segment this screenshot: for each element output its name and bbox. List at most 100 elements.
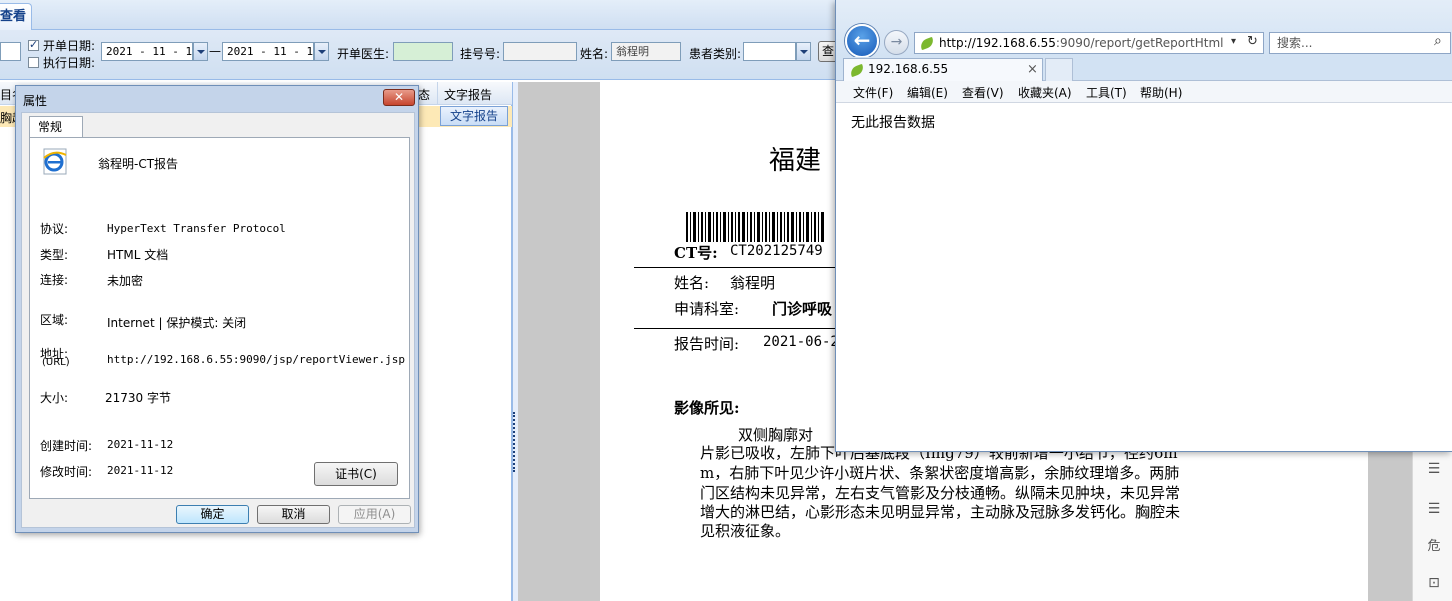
findings-line: 门区结构未见异常，左右支气管影及分枝通畅。纵隔未见肿块，未见异常 xyxy=(700,484,1181,502)
menu-tools[interactable]: 工具(T) xyxy=(1086,84,1127,101)
patient-type-label: 患者类别: xyxy=(689,47,742,61)
tab-view-label: 查看 xyxy=(0,9,27,24)
url-host: http://192.168.6.55 xyxy=(939,36,1056,50)
search-icon[interactable]: ⌕ xyxy=(1434,33,1442,49)
connection-label: 连接: xyxy=(40,273,69,287)
col-divider xyxy=(437,82,438,105)
list-icon[interactable]: ☰ xyxy=(1425,460,1443,478)
list-icon[interactable]: ☰ xyxy=(1425,500,1443,518)
tab-close-icon[interactable]: × xyxy=(1027,59,1038,80)
patient-name-label: 姓名: xyxy=(674,274,710,292)
tab-leaf-icon xyxy=(848,63,866,78)
findings-line: 增大的淋巴结，心影形态未见明显异常，主动脉及冠脉多发钙化。胸腔未 xyxy=(700,503,1181,521)
date-to-dropdown[interactable] xyxy=(314,42,329,61)
modified-label: 修改时间: xyxy=(40,465,93,479)
date-from-dropdown[interactable] xyxy=(193,42,208,61)
ie-document-icon xyxy=(40,146,70,176)
patient-type-dropdown[interactable] xyxy=(796,42,811,61)
danger-button[interactable]: 危 xyxy=(1425,538,1443,556)
ct-number-value: CT202125749 xyxy=(730,243,823,259)
zone-value: Internet | 保护模式: 关闭 xyxy=(107,316,247,330)
splitter-grip[interactable] xyxy=(513,412,517,472)
certificate-button[interactable]: 证书(C) xyxy=(314,462,398,486)
type-value: HTML 文档 xyxy=(107,248,169,262)
browser-window: ← → http://192.168.6.55:9090/report/getR… xyxy=(835,0,1452,452)
browser-tab[interactable]: 192.168.6.55 × xyxy=(843,58,1043,81)
created-label: 创建时间: xyxy=(40,439,93,453)
report-viewer-margin xyxy=(518,82,600,601)
created-value: 2021-11-12 xyxy=(107,438,174,451)
findings-label: 影像所见: xyxy=(674,399,740,417)
date-from-input[interactable]: 2021 - 11 - 12 xyxy=(101,42,193,61)
url-rest: :9090/report/getReportHtml xyxy=(1055,36,1224,50)
address-bar[interactable]: http://192.168.6.55:9090/report/getRepor… xyxy=(914,32,1264,54)
menu-favorites[interactable]: 收藏夹(A) xyxy=(1018,84,1072,101)
modified-value: 2021-11-12 xyxy=(107,464,174,477)
date-separator: — xyxy=(209,44,221,58)
date-to-input[interactable]: 2021 - 11 - 12 xyxy=(222,42,314,61)
browser-tab-title: 192.168.6.55 xyxy=(868,62,949,76)
name-input[interactable]: 翁程明 xyxy=(611,42,681,61)
address-value: http://192.168.6.55:9090/jsp/reportViewe… xyxy=(107,353,406,366)
close-button[interactable]: ✕ xyxy=(383,89,415,106)
general-panel: 翁程明-CT报告 协议: HyperText Transfer Protocol… xyxy=(29,137,410,499)
dept-value: 门诊呼吸 xyxy=(772,300,833,318)
doctor-label: 开单医生: xyxy=(337,47,390,61)
type-label: 类型: xyxy=(40,248,69,262)
protocol-label: 协议: xyxy=(40,222,69,236)
search-input[interactable]: 搜索... xyxy=(1269,32,1451,54)
separator xyxy=(40,419,398,420)
findings-line: m，右肺下叶见少许小斑片状、条絮状密度增高影，余肺纹理增多。两肺 xyxy=(700,464,1180,482)
col-status: 态 xyxy=(418,88,431,102)
report-time-label: 报告时间: xyxy=(674,335,740,353)
menu-edit[interactable]: 编辑(E) xyxy=(907,84,948,101)
reg-no-input[interactable] xyxy=(503,42,577,61)
col-text-report: 文字报告 xyxy=(444,88,493,102)
url-text: http://192.168.6.55:9090/report/getRepor… xyxy=(939,36,1223,50)
menu-view[interactable]: 查看(V) xyxy=(962,84,1004,101)
address-label-sub: (URL) xyxy=(42,357,70,368)
refresh-icon[interactable]: ↻ xyxy=(1247,34,1258,49)
dialog-title: 属性 xyxy=(23,94,48,108)
ok-button[interactable]: 确定 xyxy=(176,505,249,524)
dept-label: 申请科室: xyxy=(674,300,740,318)
page-message: 无此报告数据 xyxy=(851,115,935,131)
exec-date-label: 执行日期: xyxy=(43,56,96,70)
tab-view[interactable]: 查看 xyxy=(0,3,32,30)
size-label: 大小: xyxy=(40,391,69,405)
dialog-body: 常规 翁程明-CT报告 协议: HyperText Transfer Proto… xyxy=(21,112,415,528)
open-date-label: 开单日期: xyxy=(43,39,96,53)
name-label: 姓名: xyxy=(580,47,609,61)
menu-help[interactable]: 帮助(H) xyxy=(1140,84,1182,101)
back-button[interactable]: ← xyxy=(845,24,879,58)
barcode xyxy=(686,212,824,242)
exec-date-checkbox[interactable] xyxy=(28,57,39,68)
browser-menubar: 文件(F) 编辑(E) 查看(V) 收藏夹(A) 工具(T) 帮助(H) xyxy=(836,81,1452,103)
patient-type-select[interactable] xyxy=(743,42,796,61)
zone-label: 区域: xyxy=(40,313,69,327)
new-tab-button[interactable] xyxy=(1045,58,1073,81)
patient-name-value: 翁程明 xyxy=(730,274,776,292)
hospital-title: 福建 xyxy=(769,146,822,176)
url-dropdown-icon[interactable]: ▾ xyxy=(1231,36,1236,47)
report-view-icon[interactable]: ⊡ xyxy=(1425,574,1443,592)
reg-no-label: 挂号号: xyxy=(460,47,501,61)
document-name: 翁程明-CT报告 xyxy=(98,157,179,171)
forward-button[interactable]: → xyxy=(884,30,909,55)
ct-number-label: CT号: xyxy=(674,244,718,262)
filter-left-field[interactable] xyxy=(0,42,21,61)
properties-dialog: 属性 ✕ 常规 翁程明-CT报告 协议: HyperText Transfer … xyxy=(15,85,419,533)
apply-button: 应用(A) xyxy=(338,505,411,524)
tab-general[interactable]: 常规 xyxy=(29,116,83,138)
menu-file[interactable]: 文件(F) xyxy=(853,84,893,101)
protocol-value: HyperText Transfer Protocol xyxy=(107,222,286,235)
size-value: 21730 字节 xyxy=(105,391,171,405)
open-date-checkbox[interactable] xyxy=(28,38,39,51)
findings-line: 见积液征象。 xyxy=(700,522,791,540)
cancel-button[interactable]: 取消 xyxy=(257,505,330,524)
report-time-value: 2021-06-2 xyxy=(763,334,839,350)
separator xyxy=(40,193,398,194)
doctor-input[interactable] xyxy=(393,42,453,61)
side-toolbar: ☰ ☰ 危 ⊡ xyxy=(1412,448,1452,601)
text-report-button[interactable]: 文字报告 xyxy=(440,106,508,126)
